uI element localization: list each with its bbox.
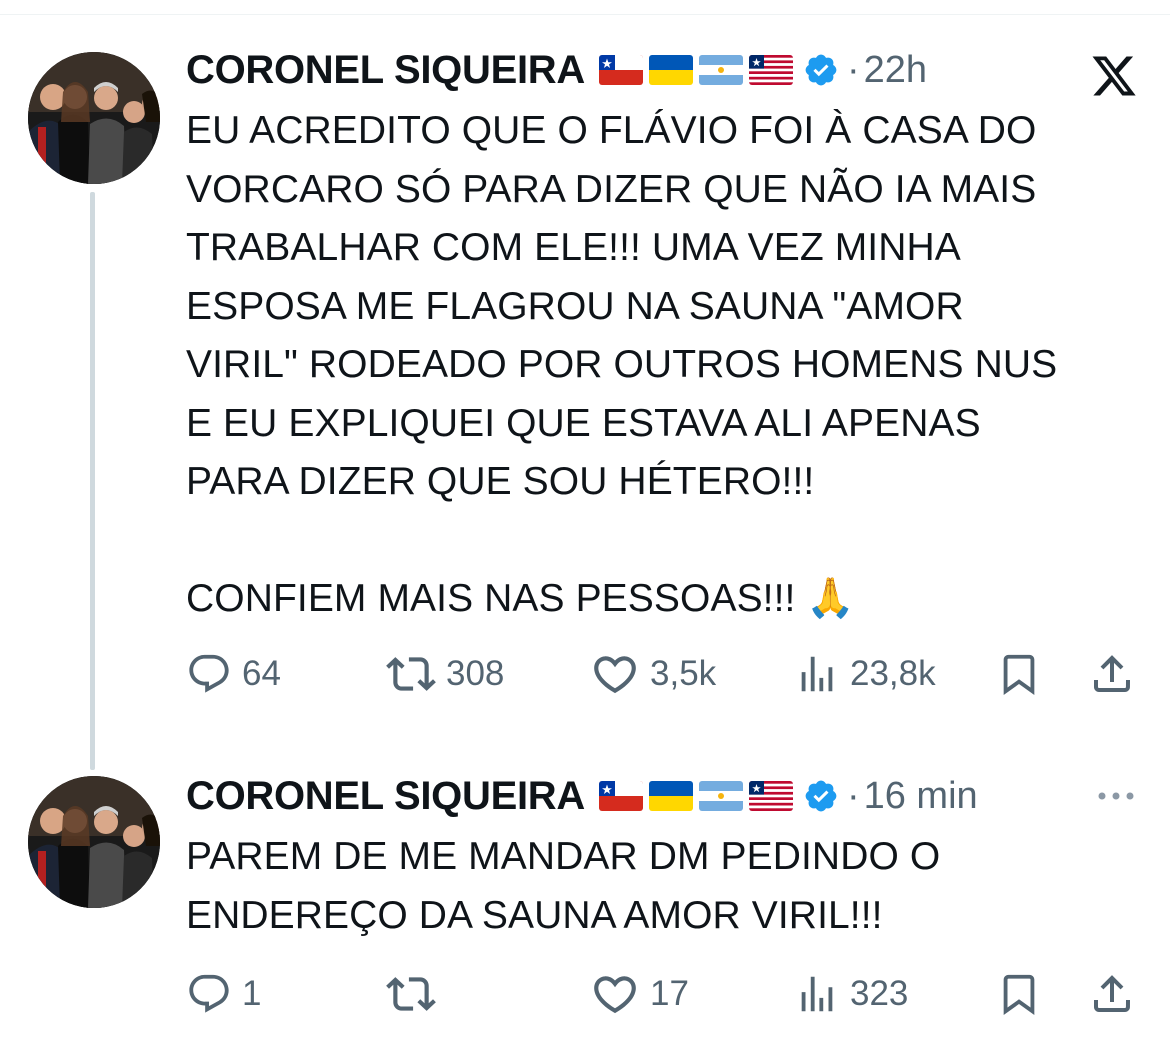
separator-dot: · [846, 48, 860, 91]
ukraine-flag-icon [648, 55, 693, 85]
reply-count: 64 [242, 654, 281, 693]
chile-flag-icon [598, 55, 643, 85]
views-icon [801, 656, 833, 692]
more-options-icon[interactable] [1092, 782, 1140, 810]
x-logo-icon [1092, 56, 1136, 96]
like-button[interactable]: 3,5k [590, 644, 716, 704]
views-count: 23,8k [850, 654, 936, 693]
argentina-flag-icon [698, 55, 743, 85]
repost-button[interactable] [386, 964, 446, 1024]
bookmark-button[interactable] [996, 964, 1042, 1024]
like-count: 3,5k [650, 654, 717, 693]
tweet-actions: 1 17 323 [186, 964, 1146, 1024]
flag-emojis [598, 55, 793, 85]
reply-count: 1 [242, 974, 262, 1013]
share-button[interactable] [1088, 644, 1136, 704]
heart-icon [594, 656, 636, 694]
views-button[interactable]: 23,8k [794, 644, 936, 704]
timestamp[interactable]: 22h [864, 49, 927, 92]
share-icon [1094, 975, 1130, 1012]
bookmark-icon [1003, 974, 1035, 1015]
chile-flag-icon [598, 781, 643, 811]
avatar[interactable] [28, 776, 160, 908]
views-button[interactable]: 323 [794, 964, 908, 1024]
liberia-flag-icon [748, 781, 793, 811]
like-count: 17 [650, 974, 689, 1013]
repost-button[interactable]: 308 [386, 644, 504, 704]
thread-connector-line [90, 192, 95, 770]
views-icon [801, 976, 833, 1012]
views-count: 323 [850, 974, 909, 1013]
like-button[interactable]: 17 [590, 964, 689, 1024]
repost-count: 308 [446, 654, 505, 693]
reply-button[interactable]: 64 [186, 644, 281, 704]
avatar[interactable] [28, 52, 160, 184]
repost-icon [386, 977, 436, 1011]
argentina-flag-icon [698, 781, 743, 811]
tweet-text: PAREM DE ME MANDAR DM PEDINDO O ENDEREÇO… [186, 835, 941, 937]
top-divider [0, 14, 1170, 15]
repost-icon [386, 657, 436, 691]
bookmark-button[interactable] [996, 644, 1042, 704]
author-name[interactable]: CORONEL SIQUEIRA [186, 774, 585, 819]
bookmark-icon [1003, 654, 1035, 695]
tweet-header: CORONEL SIQUEIRA [186, 46, 927, 94]
verified-badge-icon [805, 54, 837, 86]
reply-icon [189, 654, 229, 693]
verified-badge-icon [805, 780, 837, 812]
liberia-flag-icon [748, 55, 793, 85]
tweet-actions: 64 308 3,5k 23,8k [186, 644, 1146, 704]
flag-emojis [598, 781, 793, 811]
separator-dot: · [846, 774, 860, 817]
ukraine-flag-icon [648, 781, 693, 811]
tweet-header: CORONEL SIQUEIRA [186, 772, 978, 820]
reply-icon [189, 974, 229, 1013]
heart-icon [594, 976, 636, 1014]
tweet-text: EU ACREDITO QUE O FLÁVIO FOI À CASA DO V… [186, 109, 1058, 620]
reply-button[interactable]: 1 [186, 964, 261, 1024]
author-name[interactable]: CORONEL SIQUEIRA [186, 48, 585, 93]
timestamp[interactable]: 16 min [864, 775, 978, 818]
share-icon [1094, 655, 1130, 692]
share-button[interactable] [1088, 964, 1136, 1024]
